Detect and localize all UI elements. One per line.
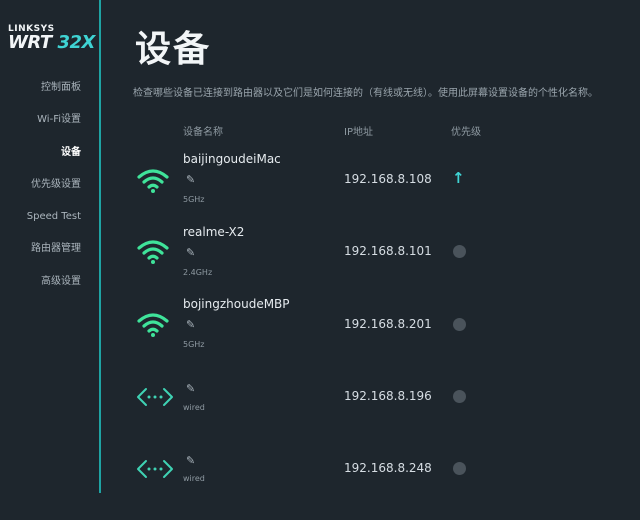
column-header-device-name: 设备名称 [183, 127, 223, 138]
sidebar-item-router-admin[interactable]: 路由器管理 [27, 241, 81, 273]
device-ip: 192.168.8.201 [344, 317, 432, 331]
table-row: ✎ wired 192.168.8.248 [101, 448, 640, 520]
column-header-priority: 优先级 [451, 127, 481, 138]
connection-band: 5GHz [183, 340, 205, 349]
priority-toggle[interactable] [453, 390, 466, 403]
table-row: realme-X2 ✎ 2.4GHz 192.168.8.101 [101, 225, 640, 297]
column-header-ip: IP地址 [344, 127, 373, 138]
sidebar-item-devices[interactable]: 设备 [27, 145, 81, 177]
wifi-icon [137, 240, 169, 264]
logo-model-text: WRT 32X [8, 32, 95, 53]
table-row: baijingoudeiMac ✎ 5GHz 192.168.8.108 ↑ [101, 152, 640, 224]
device-name: realme-X2 [183, 225, 245, 239]
priority-toggle[interactable] [453, 462, 466, 475]
priority-toggle[interactable] [453, 318, 466, 331]
device-ip: 192.168.8.101 [344, 244, 432, 258]
device-ip: 192.168.8.108 [344, 172, 432, 186]
linksys-logo: LINKSYS WRT 32X [8, 24, 95, 53]
device-ip: 192.168.8.196 [344, 389, 432, 403]
main-content: 设备 检查哪些设备已连接到路由器以及它们是如何连接的（有线或无线）。使用此屏幕设… [101, 0, 640, 493]
priority-toggle[interactable] [453, 245, 466, 258]
sidebar-nav: 控制面板 Wi-Fi设置 设备 优先级设置 Speed Test 路由器管理 高… [27, 80, 81, 306]
table-row: bojingzhoudeMBP ✎ 5GHz 192.168.8.201 [101, 297, 640, 369]
sidebar-item-speed-test[interactable]: Speed Test [27, 209, 81, 241]
sidebar-item-wifi-settings[interactable]: Wi-Fi设置 [27, 112, 81, 144]
sidebar-item-priority-settings[interactable]: 优先级设置 [27, 177, 81, 209]
connection-band: 5GHz [183, 195, 205, 204]
edit-name-icon[interactable]: ✎ [186, 246, 195, 259]
device-name: baijingoudeiMac [183, 152, 281, 166]
table-row: ✎ wired 192.168.8.196 [101, 376, 640, 448]
connection-band: wired [183, 403, 205, 412]
connection-band: wired [183, 474, 205, 483]
edit-name-icon[interactable]: ✎ [186, 318, 195, 331]
wifi-icon [137, 169, 169, 193]
priority-arrow-up-icon[interactable]: ↑ [452, 169, 465, 187]
ethernet-icon [137, 460, 173, 478]
page-title: 设备 [135, 29, 212, 70]
page-description: 检查哪些设备已连接到路由器以及它们是如何连接的（有线或无线）。使用此屏幕设置设备… [133, 88, 598, 99]
edit-name-icon[interactable]: ✎ [186, 382, 195, 395]
wifi-icon [137, 313, 169, 337]
sidebar: LINKSYS WRT 32X 控制面板 Wi-Fi设置 设备 优先级设置 Sp… [0, 0, 101, 493]
sidebar-item-dashboard[interactable]: 控制面板 [27, 80, 81, 112]
connection-band: 2.4GHz [183, 268, 213, 277]
ethernet-icon [137, 388, 173, 406]
device-name: bojingzhoudeMBP [183, 297, 290, 311]
sidebar-item-advanced-settings[interactable]: 高级设置 [27, 274, 81, 306]
device-ip: 192.168.8.248 [344, 461, 432, 475]
edit-name-icon[interactable]: ✎ [186, 173, 195, 186]
edit-name-icon[interactable]: ✎ [186, 454, 195, 467]
